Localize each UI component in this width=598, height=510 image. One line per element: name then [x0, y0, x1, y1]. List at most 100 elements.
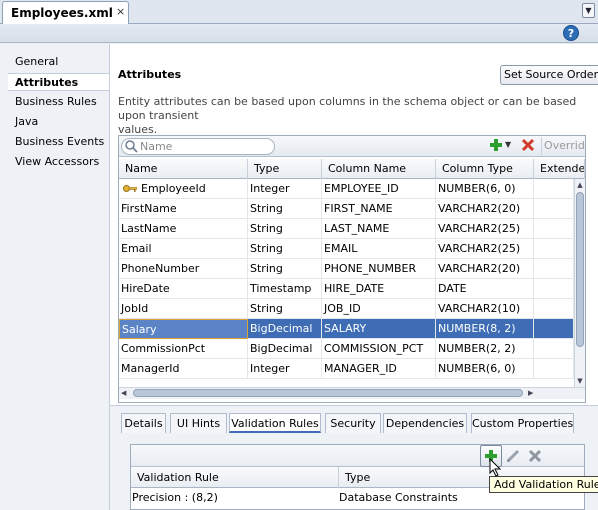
tab-custom-properties[interactable]: Custom Properties — [471, 413, 574, 433]
cell-name[interactable]: Email — [119, 239, 248, 259]
cell-extended[interactable] — [534, 339, 574, 359]
table-row[interactable]: ManagerId Integer MANAGER_ID NUMBER(6, 0) — [119, 359, 574, 379]
cell-text: Integer — [250, 182, 290, 195]
cell-coltype[interactable]: DATE — [436, 279, 534, 299]
cell-extended[interactable] — [534, 359, 574, 379]
cell-column[interactable]: HIRE_DATE — [322, 279, 436, 299]
cell-coltype[interactable]: VARCHAR2(10) — [436, 299, 534, 319]
cell-column[interactable]: FIRST_NAME — [322, 199, 436, 219]
cell-extended[interactable] — [534, 219, 574, 239]
table-row[interactable]: Salary BigDecimal SALARY NUMBER(8, 2) — [119, 319, 574, 339]
tab-validation-rules[interactable]: Validation Rules — [229, 413, 321, 433]
delete-attribute-icon[interactable] — [521, 138, 535, 152]
table-row[interactable]: LastName String LAST_NAME VARCHAR2(25) — [119, 219, 574, 239]
cell-type[interactable]: Integer — [248, 359, 322, 379]
cell-extended[interactable] — [534, 199, 574, 219]
cell-column[interactable]: LAST_NAME — [322, 219, 436, 239]
cell-type[interactable]: String — [248, 219, 322, 239]
help-icon[interactable]: ? — [563, 25, 579, 41]
horizontal-scroll-thumb[interactable] — [133, 389, 523, 397]
cell-column[interactable]: MANAGER_ID — [322, 359, 436, 379]
edit-pencil-icon[interactable] — [505, 448, 521, 464]
table-row[interactable]: JobId String JOB_ID VARCHAR2(10) — [119, 299, 574, 319]
cell-text: EmployeeId — [141, 182, 206, 195]
cell-coltype[interactable]: NUMBER(6, 0) — [436, 359, 534, 379]
nav-item-attributes[interactable]: Attributes — [8, 73, 109, 91]
editor-tab-employees[interactable]: Employees.xml × — [2, 1, 129, 24]
cell-column[interactable]: SALARY — [322, 319, 436, 339]
cell-type[interactable]: Integer — [248, 179, 322, 199]
cell-type[interactable]: String — [248, 259, 322, 279]
table-row[interactable]: FirstName String FIRST_NAME VARCHAR2(20) — [119, 199, 574, 219]
cell-column[interactable]: JOB_ID — [322, 299, 436, 319]
cell-text: String — [250, 222, 283, 235]
cell-type[interactable]: BigDecimal — [248, 339, 322, 359]
cell-extended[interactable] — [534, 279, 574, 299]
cell-coltype[interactable]: VARCHAR2(25) — [436, 219, 534, 239]
cell-type[interactable]: String — [248, 199, 322, 219]
cell-type[interactable]: String — [248, 299, 322, 319]
nav-item-general[interactable]: General — [8, 53, 109, 71]
cell-type[interactable]: String — [248, 239, 322, 259]
column-header-name[interactable]: Name — [119, 159, 248, 179]
cell-type[interactable]: BigDecimal — [248, 319, 322, 339]
cell-coltype[interactable]: NUMBER(6, 0) — [436, 179, 534, 199]
tab-security[interactable]: Security — [325, 413, 381, 433]
delete-rule-icon[interactable] — [528, 449, 542, 463]
column-header-column-name[interactable]: Column Name — [322, 159, 436, 179]
cell-name[interactable]: HireDate — [119, 279, 248, 299]
cell-text: FirstName — [121, 202, 177, 215]
nav-item-java[interactable]: Java — [8, 113, 109, 131]
cell-extended[interactable] — [534, 239, 574, 259]
cell-extended[interactable] — [534, 319, 574, 339]
cell-name[interactable]: EmployeeId — [119, 179, 248, 199]
column-header-column-type[interactable]: Column Type — [436, 159, 534, 179]
nav-item-business-events[interactable]: Business Events — [8, 133, 109, 151]
cell-name[interactable]: FirstName — [119, 199, 248, 219]
cell-name[interactable]: JobId — [119, 299, 248, 319]
table-row[interactable]: CommissionPct BigDecimal COMMISSION_PCT NUM… — [119, 339, 574, 359]
cell-column[interactable]: PHONE_NUMBER — [322, 259, 436, 279]
cell-coltype[interactable]: VARCHAR2(25) — [436, 239, 534, 259]
cell-coltype[interactable]: VARCHAR2(20) — [436, 259, 534, 279]
nav-item-business-rules[interactable]: Business Rules — [8, 93, 109, 111]
column-header-extended[interactable]: Extended — [534, 159, 585, 179]
cell-extended[interactable] — [534, 179, 574, 199]
column-header-validation-rule[interactable]: Validation Rule — [131, 467, 339, 488]
table-row[interactable]: PhoneNumber String PHONE_NUMBER VARCHAR2(20… — [119, 259, 574, 279]
scroll-down-icon[interactable]: ▼ — [575, 376, 585, 386]
search-input[interactable] — [140, 139, 270, 154]
cell-name[interactable]: CommissionPct — [119, 339, 248, 359]
column-header-type[interactable]: Type — [248, 159, 322, 179]
nav-item-view-accessors[interactable]: View Accessors — [8, 153, 109, 171]
cell-coltype[interactable]: NUMBER(8, 2) — [436, 319, 534, 339]
tab-list-dropdown-icon[interactable]: ▼ — [582, 3, 595, 18]
cell-column[interactable]: COMMISSION_PCT — [322, 339, 436, 359]
cell-name[interactable]: ManagerId — [119, 359, 248, 379]
cell-name[interactable]: Salary — [119, 319, 248, 339]
cell-extended[interactable] — [534, 259, 574, 279]
override-button[interactable]: Override — [541, 137, 586, 155]
table-row[interactable]: Email String EMAIL VARCHAR2(25) — [119, 239, 574, 259]
cell-type[interactable]: Timestamp — [248, 279, 322, 299]
cell-coltype[interactable]: NUMBER(2, 2) — [436, 339, 534, 359]
table-row[interactable]: EmployeeId Integer EMPLOYEE_ID NUMBER(6, 0) — [119, 179, 574, 199]
cell-coltype[interactable]: VARCHAR2(20) — [436, 199, 534, 219]
add-attribute-icon[interactable] — [489, 138, 503, 152]
set-source-order-button[interactable]: Set Source Order — [500, 65, 598, 85]
close-tab-icon[interactable]: × — [116, 5, 125, 18]
cell-extended[interactable] — [534, 299, 574, 319]
cell-name[interactable]: LastName — [119, 219, 248, 239]
tab-dependencies[interactable]: Dependencies — [383, 413, 467, 433]
table-row[interactable]: HireDate Timestamp HIRE_DATE DATE — [119, 279, 574, 299]
tab-ui-hints[interactable]: UI Hints — [170, 413, 227, 433]
scroll-up-icon[interactable]: ▲ — [575, 180, 585, 190]
cell-name[interactable]: PhoneNumber — [119, 259, 248, 279]
vertical-scroll-thumb[interactable] — [576, 192, 584, 347]
scroll-left-icon[interactable]: ◀ — [121, 388, 131, 398]
cell-column[interactable]: EMPLOYEE_ID — [322, 179, 436, 199]
cell-column[interactable]: EMAIL — [322, 239, 436, 259]
scroll-right-icon[interactable]: ▶ — [528, 388, 538, 398]
chevron-down-icon[interactable]: ▼ — [505, 140, 511, 149]
tab-details[interactable]: Details — [121, 413, 166, 433]
